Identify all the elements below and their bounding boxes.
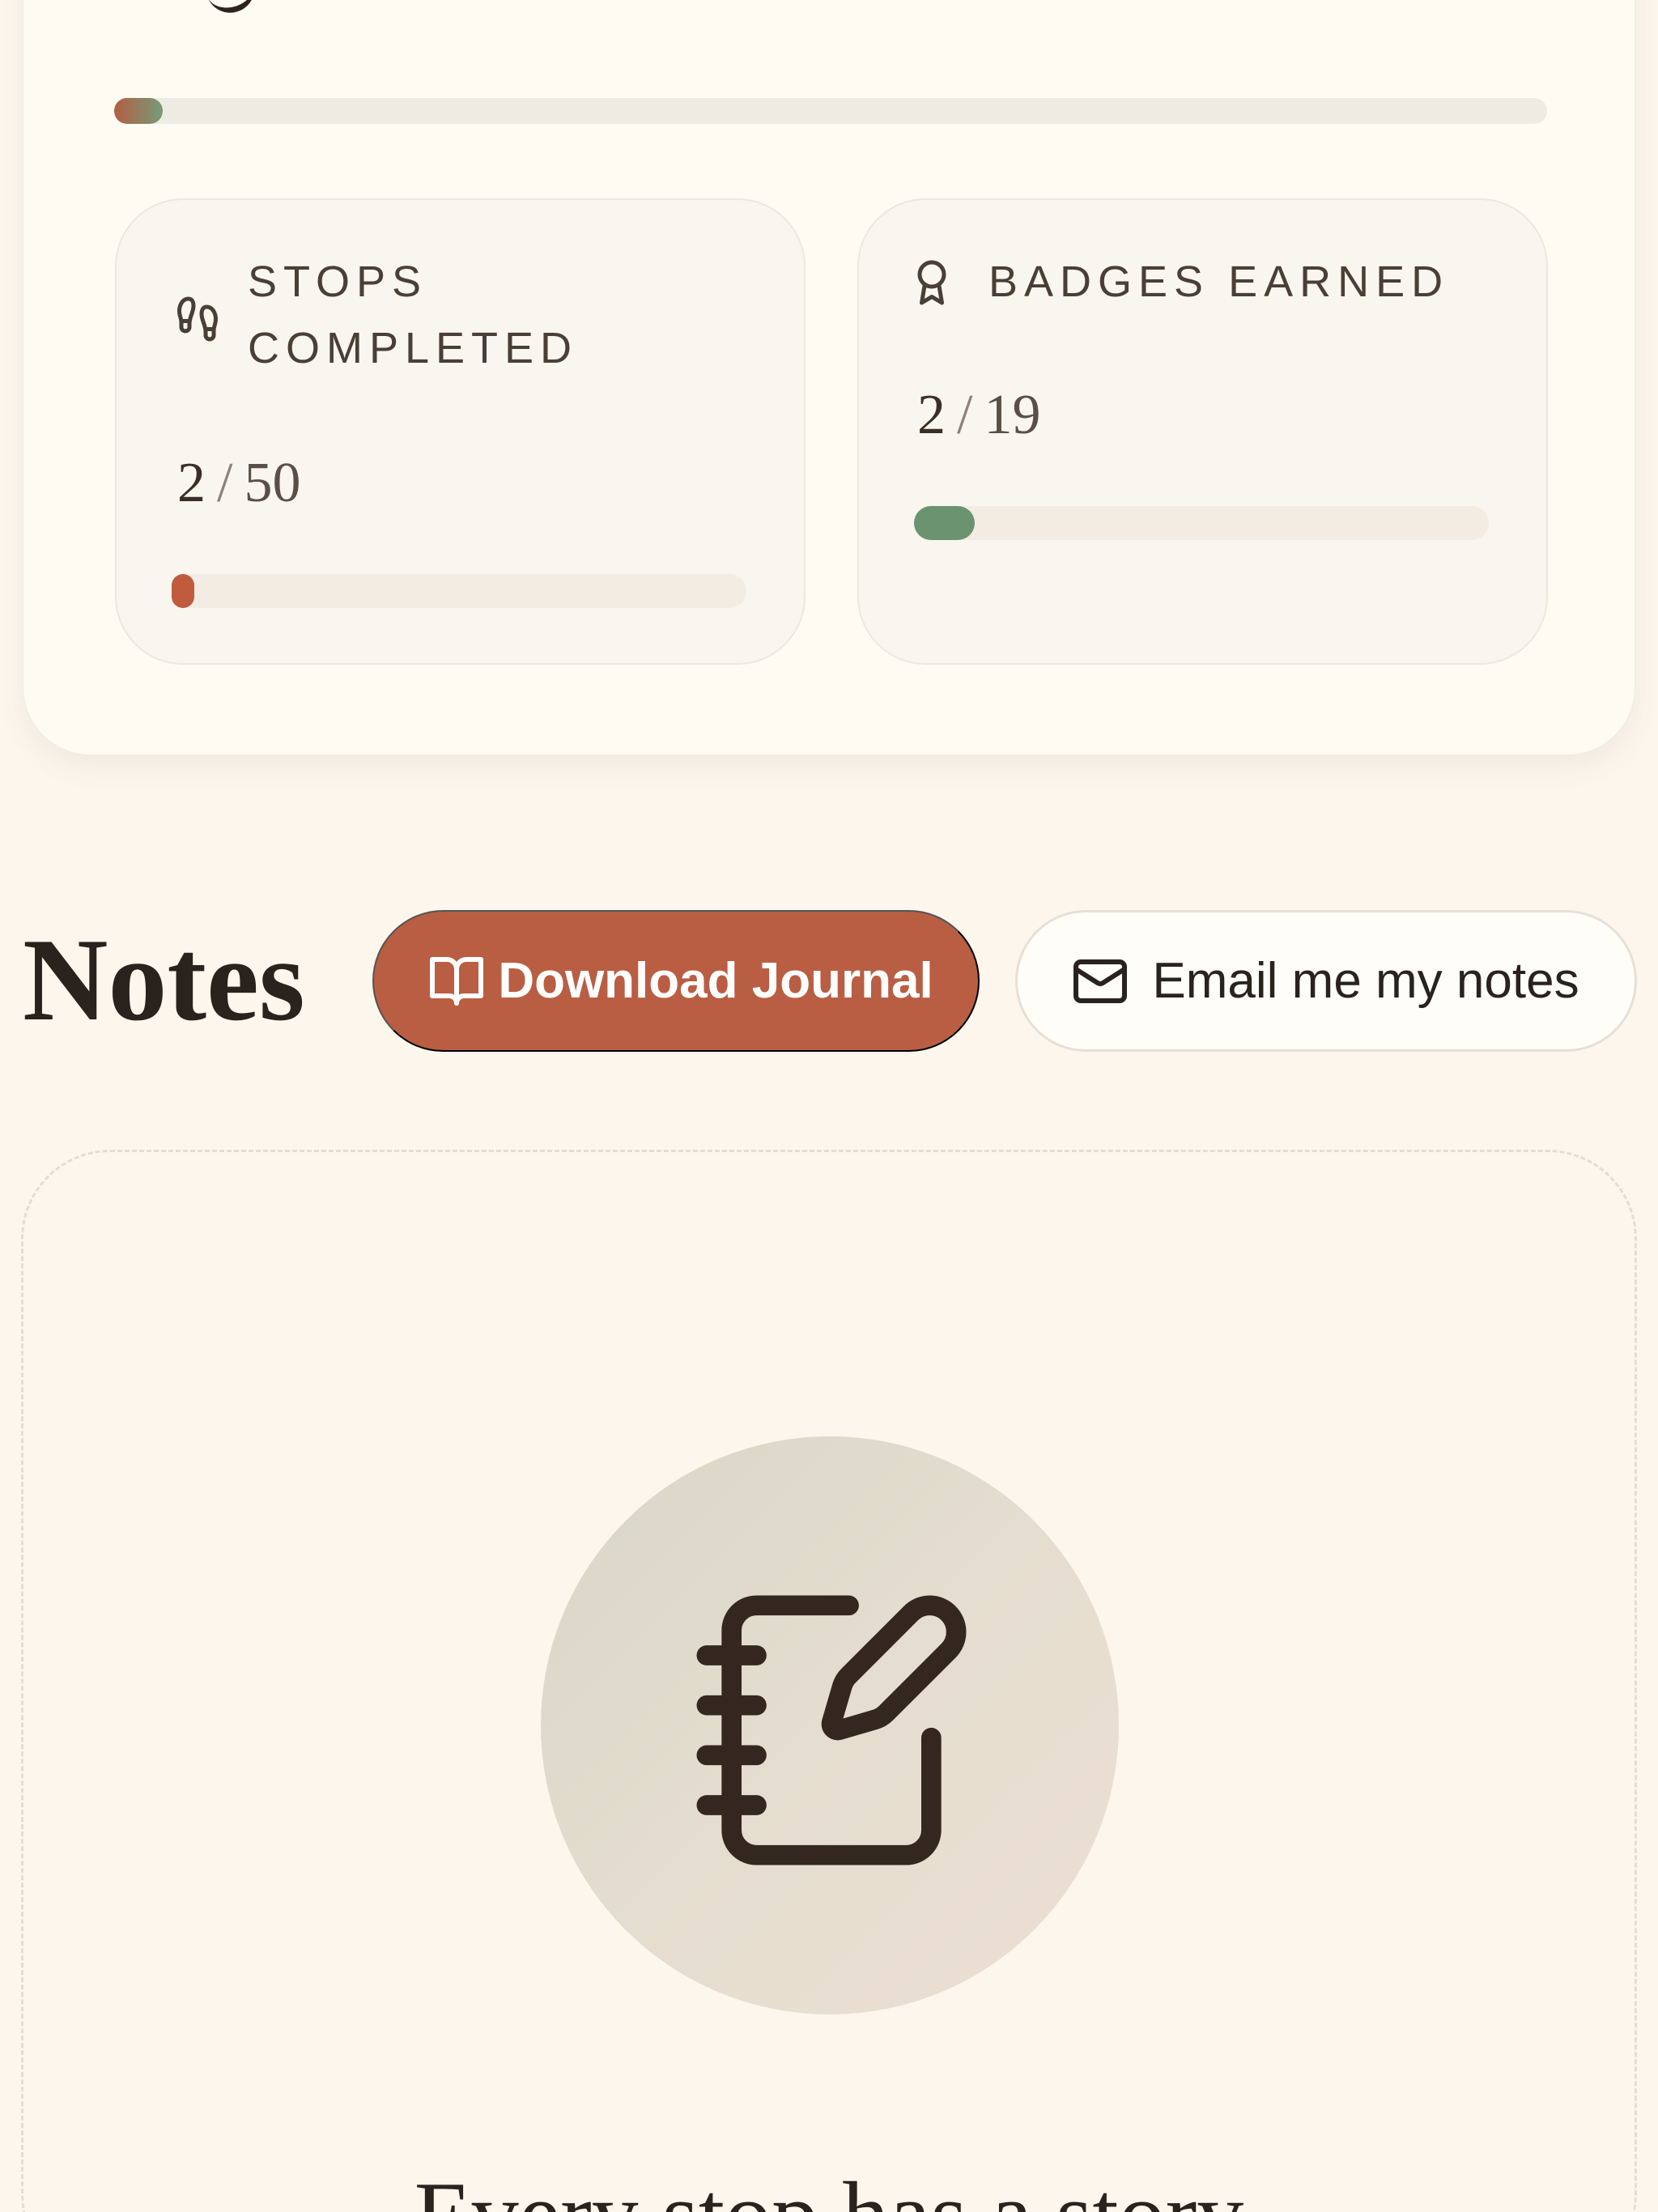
- empty-state-text: Every stop has a story: [0, 2162, 1658, 2212]
- badges-earned-card: BADGES EARNED 2/19: [857, 198, 1548, 665]
- notebook-pen-icon: [696, 1595, 967, 1865]
- notes-title: Notes: [23, 914, 305, 1045]
- stops-completed-count: 2: [177, 452, 206, 514]
- download-journal-label: Download Journal: [498, 952, 933, 1009]
- mail-icon: [1073, 959, 1127, 1003]
- stops-progress-fill: [172, 574, 195, 608]
- stops-progress-bar: [172, 574, 746, 608]
- badges-earned-label: BADGES EARNED: [988, 257, 1450, 306]
- stops-completed-value: 2/50: [177, 451, 300, 516]
- badges-progress-bar: [914, 506, 1489, 540]
- award-icon: [917, 260, 946, 305]
- badges-total: 19: [984, 384, 1041, 446]
- stops-completed-card: STOPS COMPLETED 2/50: [115, 198, 806, 665]
- badges-earned-count: 2: [917, 384, 946, 446]
- overall-progress-bar: [114, 98, 1547, 124]
- stops-completed-label: STOPS COMPLETED: [248, 257, 579, 372]
- email-notes-label: Email me my notes: [1152, 952, 1579, 1009]
- book-open-icon: [430, 956, 483, 1006]
- download-journal-button[interactable]: Download Journal: [372, 910, 980, 1052]
- footprints-icon: [176, 296, 219, 342]
- stops-separator: /: [217, 452, 233, 514]
- overall-progress-fill: [114, 98, 164, 124]
- email-notes-button[interactable]: Email me my notes: [1015, 910, 1637, 1052]
- badges-earned-value: 2/19: [917, 383, 1040, 448]
- stops-total: 50: [244, 452, 301, 514]
- badges-progress-fill: [914, 506, 975, 540]
- badges-separator: /: [957, 384, 973, 446]
- page: STOPS COMPLETED 2/50 BADGES EARNED 2/19 …: [0, 0, 1658, 2212]
- title-tail: [206, 0, 261, 19]
- progress-card: STOPS COMPLETED 2/50 BADGES EARNED 2/19: [23, 0, 1635, 755]
